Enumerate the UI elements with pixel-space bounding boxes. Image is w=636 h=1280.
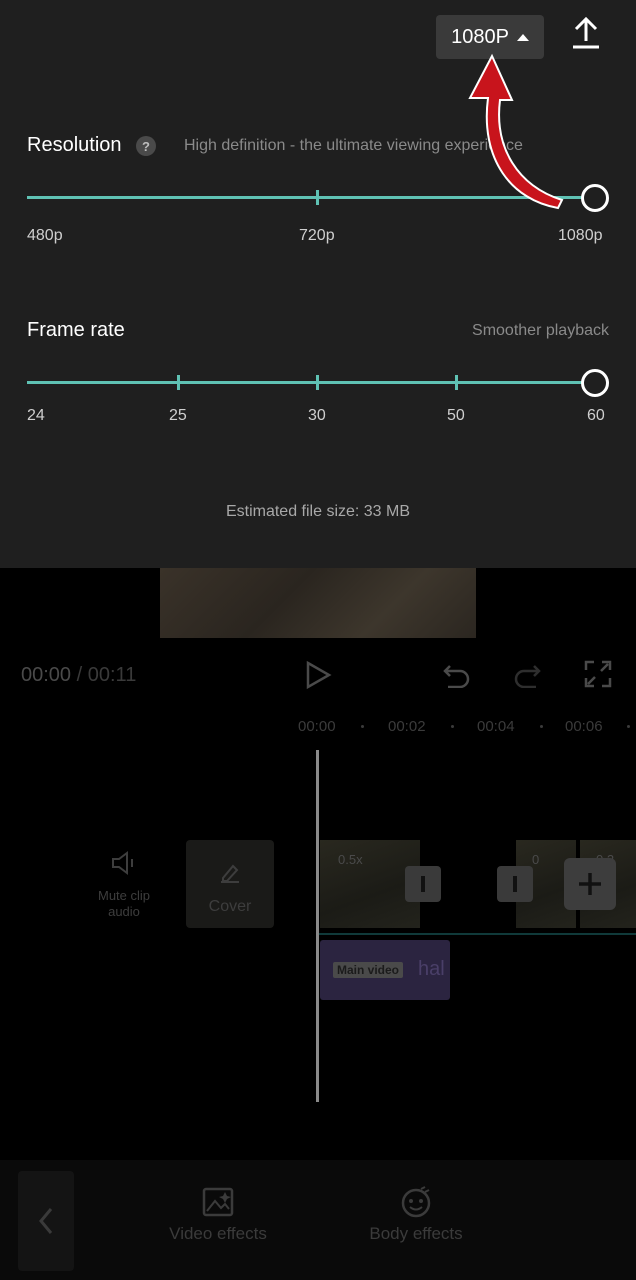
frame-rate-label-25: 25 [169, 407, 187, 424]
ruler-dot [540, 725, 543, 728]
body-effects-button[interactable]: Body effects [358, 1186, 474, 1244]
chevron-left-icon [39, 1208, 53, 1234]
export-settings-panel: 1080P Resolution ? High definition - the… [0, 0, 636, 568]
estimated-file-size: Estimated file size: 33 MB [225, 503, 411, 520]
ruler-dot [627, 725, 630, 728]
main-video-tag: Main video [333, 962, 404, 978]
resolution-label-720p: 720p [299, 227, 335, 244]
video-effects-button[interactable]: Video effects [160, 1186, 276, 1244]
frame-rate-label-60: 60 [587, 407, 605, 424]
slider-tick [177, 375, 180, 390]
plus-icon [579, 873, 601, 895]
current-time: 00:00 [21, 664, 72, 686]
ruler-dot [361, 725, 364, 728]
playhead[interactable] [316, 750, 319, 1102]
mute-clip-audio-button[interactable]: Mute clip audio [88, 848, 160, 920]
redo-icon[interactable] [512, 660, 542, 688]
edit-pencil-icon [221, 864, 239, 883]
add-clip-button[interactable] [564, 858, 616, 910]
help-icon[interactable]: ? [136, 136, 156, 156]
fullscreen-icon[interactable] [584, 660, 612, 688]
main-video-track[interactable]: Main video hal [320, 940, 450, 1000]
body-effects-label: Body effects [369, 1224, 463, 1243]
main-video-name: hal [418, 958, 445, 980]
slider-tick [316, 375, 319, 390]
clip-speed-label: 0 [532, 852, 540, 867]
undo-icon[interactable] [442, 660, 472, 688]
frame-rate-label-30: 30 [308, 407, 326, 424]
body-effects-icon [401, 1186, 431, 1218]
play-icon[interactable] [304, 660, 332, 690]
video-preview [160, 568, 476, 638]
frame-rate-label-24: 24 [27, 407, 45, 424]
ruler-time: 00:02 [388, 718, 426, 735]
frame-rate-title: Frame rate [27, 319, 125, 341]
ruler-time: 00:06 [565, 718, 603, 735]
resolution-label-480p: 480p [27, 227, 63, 244]
resolution-slider-handle[interactable] [581, 184, 609, 212]
resolution-label-1080p: 1080p [558, 227, 603, 244]
timeline-divider [318, 933, 636, 935]
cover-label: Cover [208, 898, 252, 915]
slider-tick [316, 190, 319, 205]
caret-up-icon [516, 33, 529, 41]
frame-rate-label-50: 50 [447, 407, 465, 424]
annotation-arrow-icon [468, 53, 564, 210]
ruler-dot [451, 725, 454, 728]
video-effects-icon [202, 1187, 234, 1217]
ruler-time: 00:00 [298, 718, 336, 735]
speaker-icon [112, 851, 133, 875]
resolution-dropdown-label: 1080P [451, 25, 509, 48]
resolution-title: Resolution [27, 134, 122, 156]
slider-tick [455, 375, 458, 390]
bottom-toolbar [0, 1160, 636, 1280]
export-upload-icon[interactable] [568, 14, 604, 54]
transition-button[interactable] [497, 866, 533, 902]
time-separator: / [76, 664, 83, 686]
transition-button[interactable] [405, 866, 441, 902]
frame-rate-description: Smoother playback [472, 322, 609, 339]
mute-clip-audio-label: Mute clip audio [97, 888, 151, 919]
video-effects-label: Video effects [169, 1224, 267, 1243]
playback-time: 00:00 / 00:11 [21, 664, 136, 687]
cover-button[interactable]: Cover [186, 840, 274, 928]
total-time: 00:11 [87, 664, 137, 686]
clip-speed-label: 0.5x [338, 852, 363, 867]
frame-rate-slider-handle[interactable] [581, 369, 609, 397]
frame-rate-slider[interactable] [27, 381, 595, 384]
back-button[interactable] [18, 1171, 74, 1271]
ruler-time: 00:04 [477, 718, 515, 735]
